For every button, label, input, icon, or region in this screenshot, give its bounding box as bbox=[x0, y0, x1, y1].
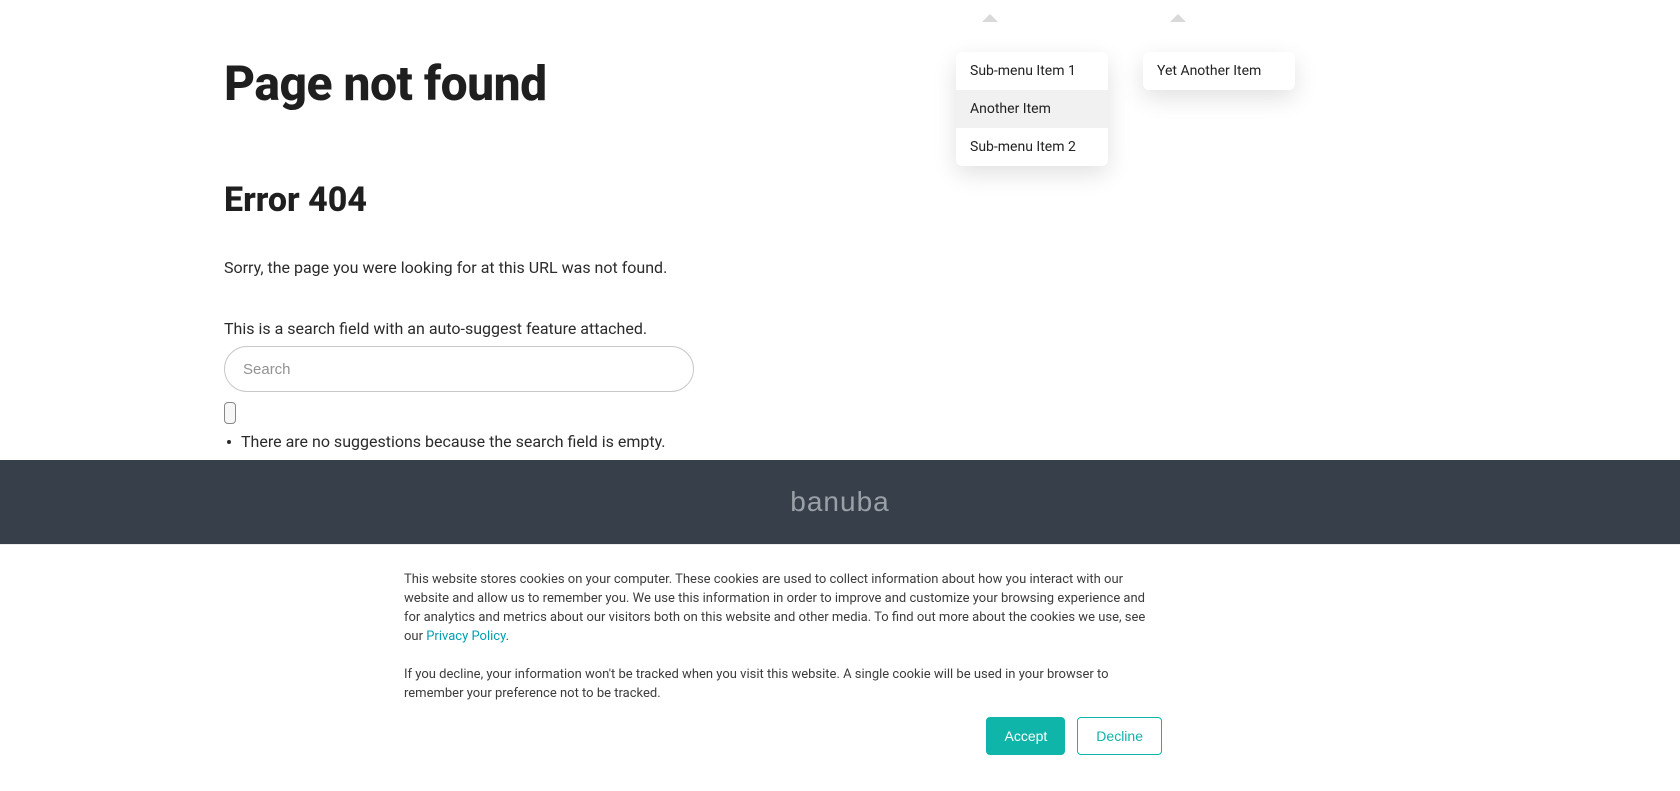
cookie-text-1: This website stores cookies on your comp… bbox=[404, 571, 1162, 646]
decline-button[interactable]: Decline bbox=[1077, 717, 1162, 755]
menu1-item-2[interactable]: Sub-menu Item 2 bbox=[956, 128, 1108, 166]
cookie-text-1-pre: This website stores cookies on your comp… bbox=[404, 572, 1145, 644]
footer: banuba bbox=[0, 460, 1680, 544]
chevron-up-icon bbox=[982, 14, 998, 22]
dropdown-menu-1: Sub-menu Item 1 Another Item Sub-menu It… bbox=[956, 52, 1108, 166]
bullet-icon bbox=[227, 440, 231, 444]
empty-suggestion-text: There are no suggestions because the sea… bbox=[241, 432, 666, 451]
search-label: This is a search field with an auto-sugg… bbox=[224, 319, 944, 338]
brand-logo: banuba bbox=[790, 486, 889, 518]
privacy-policy-link[interactable]: Privacy Policy bbox=[426, 629, 505, 644]
error-message: Sorry, the page you were looking for at … bbox=[224, 258, 944, 277]
cookie-text-1-post: . bbox=[506, 629, 509, 644]
cookie-banner: This website stores cookies on your comp… bbox=[0, 544, 1680, 791]
page-title: Page not found bbox=[224, 55, 944, 112]
menu1-item-1[interactable]: Another Item bbox=[956, 90, 1108, 128]
menu2-item-0[interactable]: Yet Another Item bbox=[1143, 52, 1295, 90]
dropdown-menu-2: Yet Another Item bbox=[1143, 52, 1295, 90]
search-input[interactable] bbox=[224, 346, 694, 392]
accept-button[interactable]: Accept bbox=[986, 717, 1065, 755]
error-code-heading: Error 404 bbox=[224, 180, 944, 220]
cookie-text-2: If you decline, your information won't b… bbox=[404, 666, 1162, 704]
chevron-up-icon bbox=[1170, 14, 1186, 22]
menu1-item-0[interactable]: Sub-menu Item 1 bbox=[956, 52, 1108, 90]
search-submit-button[interactable] bbox=[224, 402, 236, 424]
